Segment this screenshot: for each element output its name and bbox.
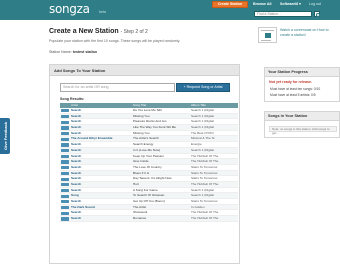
page-title: Create a New Station - Step 2 of 2 — [49, 28, 148, 35]
empty-station-note: Note: no songs in this station. Add song… — [269, 126, 337, 135]
add-song-button[interactable] — [61, 217, 69, 221]
station-progress-panel: Your Station Progress Not yet ready for … — [264, 67, 340, 102]
add-song-button[interactable] — [61, 194, 69, 198]
browse-all-link[interactable]: Browse All — [253, 2, 271, 6]
step-indicator: - Step 2 of 2 — [120, 29, 148, 35]
station-name-value: testest station — [72, 50, 98, 54]
requirement-songs: Must have at least ten songs: 0/10 — [270, 87, 321, 91]
add-songs-panel: Add Songs To Your Station Search for an … — [49, 64, 240, 264]
beta-badge: beta — [99, 10, 106, 14]
song-title-cell: Romance — [133, 216, 147, 221]
add-song-button[interactable] — [61, 211, 69, 215]
feedback-label: Give Feedback — [3, 121, 8, 150]
add-song-button[interactable] — [61, 160, 69, 164]
add-song-button[interactable] — [61, 200, 69, 204]
add-song-button[interactable] — [61, 205, 69, 210]
find-station-input[interactable]: Find a Station... — [254, 11, 312, 17]
feedback-tab[interactable]: Give Feedback — [0, 118, 10, 154]
songs-in-station-panel: Songs In Your Station Note: no songs in … — [264, 111, 340, 138]
thumb-line — [261, 30, 274, 31]
add-song-button[interactable] — [61, 132, 69, 136]
station-name-label: Station Name: — [49, 50, 72, 54]
songs-in-station-heading: Songs In Your Station — [265, 112, 339, 121]
add-song-button[interactable] — [61, 120, 69, 124]
add-song-button[interactable] — [61, 177, 69, 181]
search-icon[interactable] — [314, 11, 320, 17]
add-song-button[interactable] — [61, 114, 69, 119]
logout-link[interactable]: Log out — [309, 2, 321, 6]
play-icon — [265, 33, 271, 38]
add-song-button[interactable] — [61, 171, 69, 176]
thumb-line — [261, 40, 271, 41]
screencast-link[interactable]: Watch a screencast on How to create a st… — [280, 28, 335, 38]
add-song-button[interactable] — [61, 154, 69, 158]
song-results-table: Artist Song Title Album Title Search Do Y… — [60, 103, 238, 222]
add-song-button[interactable] — [61, 188, 69, 193]
artist-cell[interactable]: Search — [71, 216, 131, 222]
add-song-button[interactable] — [61, 149, 69, 153]
page-title-text: Create a New Station — [49, 28, 119, 35]
songza-logo[interactable]: songza — [49, 2, 90, 16]
progress-heading: Your Station Progress — [265, 68, 339, 77]
add-songs-heading: Add Songs To Your Station — [50, 65, 239, 76]
add-song-button[interactable] — [61, 109, 69, 113]
create-station-button[interactable]: Create Station — [212, 1, 248, 8]
song-results-label: Song Results: — [60, 97, 85, 101]
table-body: Search Do You Love Me Still Search 1 (Digi… — [60, 108, 238, 222]
add-song-button[interactable] — [61, 143, 69, 147]
add-song-button[interactable] — [61, 183, 69, 187]
top-header: songza beta Create Station Browse All So… — [0, 0, 340, 20]
add-song-button[interactable] — [61, 137, 69, 141]
release-status: Not yet ready for release. — [269, 80, 312, 84]
requirement-artists: Must have at least 5 artists: 0/5 — [270, 93, 316, 97]
request-song-button[interactable]: + Request Song or Artist — [176, 83, 230, 92]
add-song-button[interactable] — [61, 166, 69, 170]
table-row: Search Romance The Hubbub Of The — [60, 216, 238, 222]
user-menu[interactable]: Softwarel8 ▾ — [280, 2, 301, 6]
screencast-thumbnail[interactable] — [258, 27, 277, 43]
add-song-button[interactable] — [61, 126, 69, 130]
station-name: Station Name: testest station — [49, 50, 97, 54]
song-search-input[interactable]: Search for an artist OR song — [60, 83, 175, 92]
page-subtitle: Populate your station with the first 10 … — [49, 39, 181, 43]
album-title-cell: The Hubbub Of The — [191, 216, 219, 221]
